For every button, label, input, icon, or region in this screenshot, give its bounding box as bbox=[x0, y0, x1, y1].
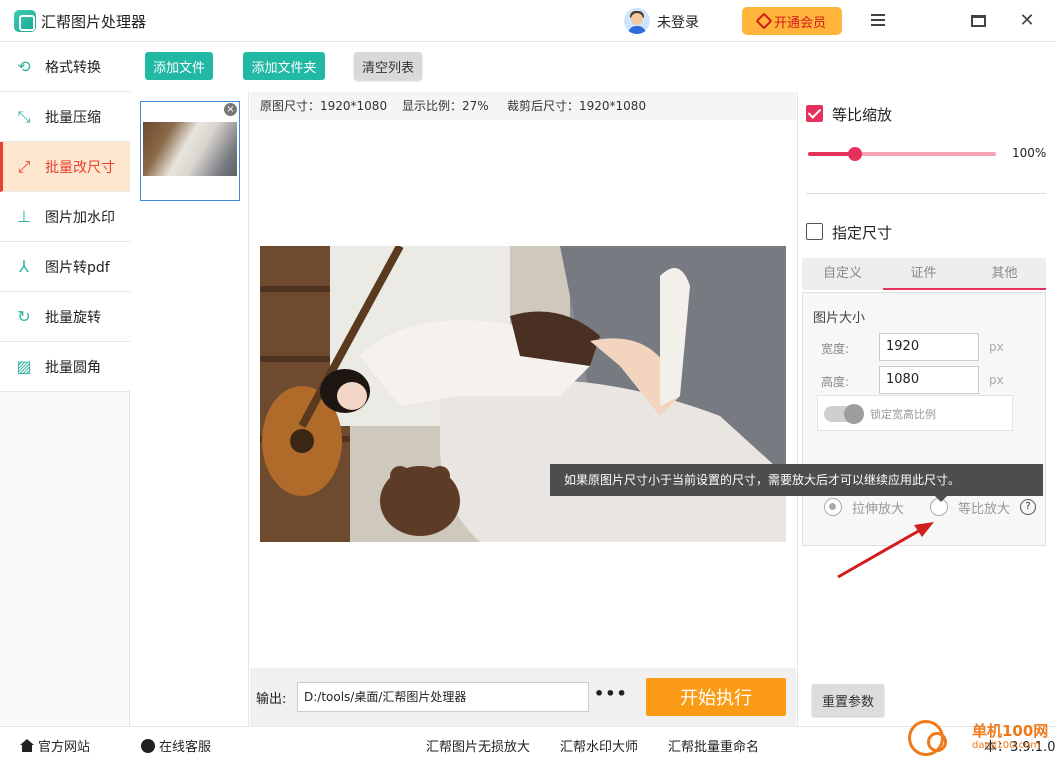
watermark-line1: 单机100网 bbox=[972, 722, 1049, 740]
remove-thumbnail-icon[interactable]: × bbox=[224, 103, 237, 116]
app-title: 汇帮图片处理器 bbox=[41, 13, 147, 31]
sidebar-item-label: 图片加水印 bbox=[45, 209, 115, 226]
stretch-radio[interactable] bbox=[824, 498, 842, 516]
watermark-line2: danji100.com bbox=[972, 740, 1040, 751]
reset-params-button[interactable]: 重置参数 bbox=[812, 684, 884, 716]
headset-icon bbox=[141, 738, 155, 753]
sidebar-item-resize[interactable]: ⤢ 批量改尺寸 bbox=[0, 142, 130, 192]
round-corner-icon: ▨ bbox=[16, 356, 32, 376]
thumbnail-image bbox=[143, 122, 237, 176]
link-watermark-master[interactable]: 汇帮水印大师 bbox=[560, 736, 638, 755]
proportional-enlarge-label: 等比放大 bbox=[958, 502, 1011, 517]
height-row: 高度: 1080 px bbox=[817, 366, 1017, 396]
tooltip: 如果原图片尺寸小于当前设置的尺寸，需要放大后才可以继续应用此尺寸。 bbox=[550, 464, 1043, 502]
width-label: 宽度: bbox=[821, 342, 850, 356]
service-label: 在线客服 bbox=[159, 740, 212, 755]
height-unit: px bbox=[989, 373, 1004, 387]
login-link[interactable]: 未登录 bbox=[657, 12, 699, 32]
proportional-scale-label: 等比缩放 bbox=[832, 106, 893, 124]
width-unit: px bbox=[989, 340, 1004, 354]
settings-panel: 等比缩放 100% 指定尺寸 自定义 证件 其他 图片大小 宽度: 1920 p… bbox=[797, 92, 1056, 726]
divider bbox=[806, 193, 1046, 194]
thumbnail-item[interactable]: × bbox=[140, 101, 240, 201]
maximize-icon[interactable] bbox=[968, 11, 988, 31]
avatar-body bbox=[628, 26, 646, 34]
sidebar-item-label: 格式转换 bbox=[45, 59, 101, 76]
link-lossless-enlarge[interactable]: 汇帮图片无损放大 bbox=[426, 736, 530, 755]
add-file-button[interactable]: 添加文件 bbox=[145, 52, 213, 80]
output-label: 输出: bbox=[256, 692, 287, 707]
specify-size-label: 指定尺寸 bbox=[832, 224, 893, 242]
link-batch-rename[interactable]: 汇帮批量重命名 bbox=[668, 736, 759, 755]
tab-id-photo[interactable]: 证件 bbox=[883, 258, 964, 290]
display-ratio-text: 显示比例：27% bbox=[402, 99, 489, 113]
tab-custom[interactable]: 自定义 bbox=[802, 258, 883, 290]
specify-size-checkbox[interactable] bbox=[806, 223, 823, 240]
proportional-scale-checkbox[interactable] bbox=[806, 105, 823, 122]
tab-other[interactable]: 其他 bbox=[964, 258, 1045, 290]
image-size-title: 图片大小 bbox=[813, 311, 866, 326]
vip-label: 开通会员 bbox=[773, 15, 826, 31]
compress-icon: ⤡ bbox=[17, 106, 31, 126]
sidebar-item-watermark[interactable]: ⊥ 图片加水印 bbox=[0, 192, 130, 242]
sidebar-item-label: 批量改尺寸 bbox=[45, 159, 115, 176]
watermark-icon: ⊥ bbox=[17, 206, 31, 226]
output-bar: 输出: D:/tools/桌面/汇帮图片处理器 ••• 开始执行 bbox=[250, 668, 796, 726]
start-button[interactable]: 开始执行 bbox=[646, 678, 786, 716]
format-convert-icon: ⟲ bbox=[17, 56, 31, 76]
sidebar-item-format-convert[interactable]: ⟲ 格式转换 bbox=[0, 42, 130, 92]
height-input[interactable]: 1080 bbox=[879, 366, 979, 394]
website-link[interactable]: 官方网站 bbox=[20, 736, 90, 755]
scale-slider-knob[interactable] bbox=[848, 147, 862, 161]
scale-value: 100% bbox=[1012, 146, 1047, 160]
user-avatar[interactable] bbox=[624, 8, 650, 34]
sidebar-item-to-pdf[interactable]: ⅄ 图片转pdf bbox=[0, 242, 130, 292]
help-icon[interactable]: ? bbox=[1020, 499, 1036, 515]
image-info-bar: 原图尺寸：1920*1080 显示比例：27% 裁剪后尺寸：1920*1080 bbox=[250, 92, 796, 120]
service-link[interactable]: 在线客服 bbox=[141, 736, 211, 755]
sidebar-item-label: 图片转pdf bbox=[45, 259, 110, 276]
home-icon bbox=[20, 739, 34, 752]
avatar-face bbox=[631, 13, 643, 25]
pdf-icon: ⅄ bbox=[19, 256, 29, 276]
sidebar-item-compress[interactable]: ⤡ 批量压缩 bbox=[0, 92, 130, 142]
browse-more-button[interactable]: ••• bbox=[594, 684, 628, 703]
sidebar-item-label: 批量旋转 bbox=[45, 309, 101, 326]
menu-icon[interactable] bbox=[868, 11, 888, 31]
add-folder-button[interactable]: 添加文件夹 bbox=[243, 52, 325, 80]
height-label: 高度: bbox=[821, 375, 850, 389]
site-watermark: 单机100网 danji100.com bbox=[906, 718, 1056, 760]
annotation-arrow bbox=[837, 522, 934, 579]
width-input[interactable]: 1920 bbox=[879, 333, 979, 361]
width-row: 宽度: 1920 px bbox=[817, 333, 1017, 363]
preview-area bbox=[250, 120, 796, 668]
lock-ratio-row: 锁定宽高比例 bbox=[817, 395, 1013, 431]
diamond-icon bbox=[755, 12, 773, 30]
sidebar-item-label: 批量压缩 bbox=[45, 109, 101, 126]
sidebar-item-label: 批量圆角 bbox=[45, 359, 101, 376]
thumbnail-list: × bbox=[131, 92, 249, 726]
clear-list-button[interactable]: 清空列表 bbox=[354, 52, 422, 80]
rotate-icon: ↻ bbox=[17, 306, 31, 326]
cropped-size-text: 裁剪后尺寸：1920*1080 bbox=[507, 99, 647, 113]
website-label: 官方网站 bbox=[38, 740, 91, 755]
preview-photo bbox=[260, 246, 786, 542]
toolbar: 添加文件 添加文件夹 清空列表 bbox=[131, 42, 796, 92]
sidebar-item-rotate[interactable]: ↻ 批量旋转 bbox=[0, 292, 130, 342]
footer-bar: 官方网站 在线客服 汇帮图片无损放大 汇帮水印大师 汇帮批量重命名 本：3.9.… bbox=[0, 726, 1056, 760]
scale-slider[interactable] bbox=[808, 147, 996, 161]
output-path-field[interactable]: D:/tools/桌面/汇帮图片处理器 bbox=[297, 682, 589, 712]
vip-button[interactable]: 开通会员 bbox=[742, 7, 842, 35]
title-bar: 汇帮图片处理器 未登录 开通会员 ✕ bbox=[0, 0, 1056, 42]
watermark-logo-icon bbox=[908, 720, 947, 756]
sidebar: ⟲ 格式转换 ⤡ 批量压缩 ⤢ 批量改尺寸 ⊥ 图片加水印 ⅄ 图片转pdf ↻… bbox=[0, 42, 130, 726]
close-icon[interactable]: ✕ bbox=[1017, 11, 1037, 31]
size-tabs: 自定义 证件 其他 bbox=[802, 258, 1046, 290]
resize-icon: ⤢ bbox=[17, 156, 31, 176]
original-size-text: 原图尺寸：1920*1080 bbox=[260, 99, 388, 113]
lock-ratio-label: 锁定宽高比例 bbox=[870, 408, 936, 421]
app-logo-icon bbox=[14, 10, 36, 32]
lock-ratio-toggle[interactable] bbox=[824, 404, 864, 424]
sidebar-item-round-corner[interactable]: ▨ 批量圆角 bbox=[0, 342, 130, 392]
